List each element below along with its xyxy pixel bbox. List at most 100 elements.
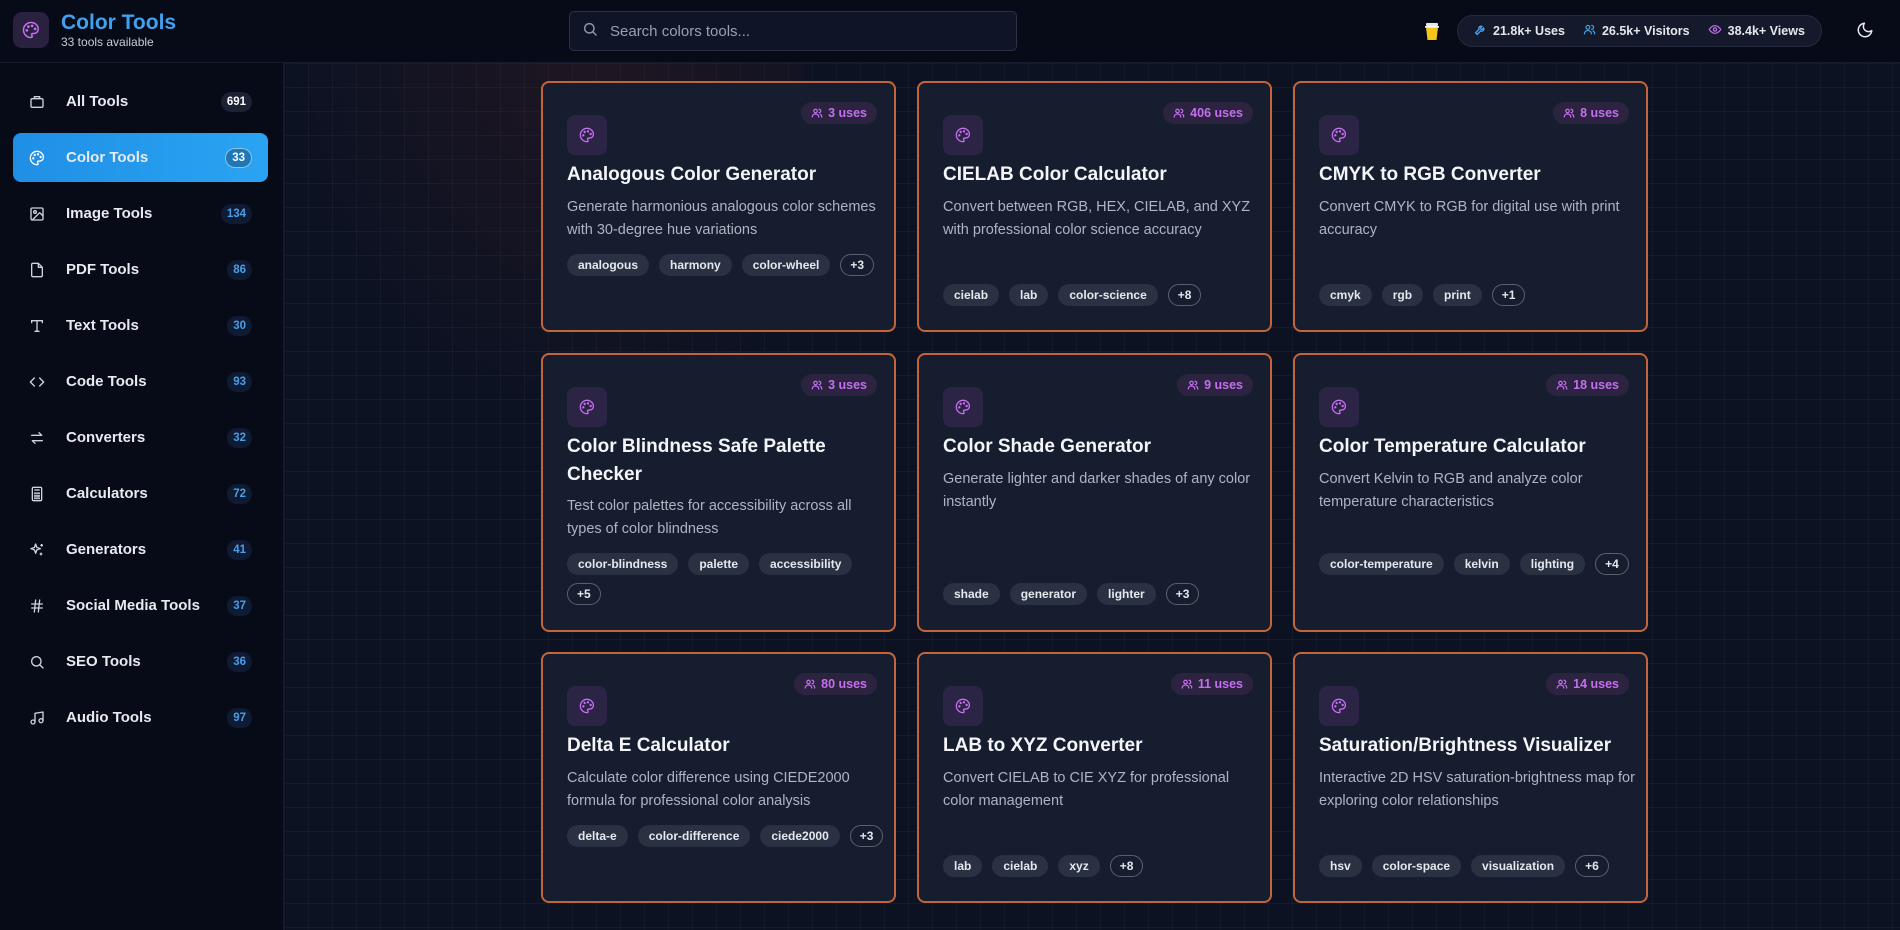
- tag[interactable]: print: [1433, 284, 1482, 306]
- tag[interactable]: kelvin: [1453, 553, 1510, 575]
- search-input[interactable]: [610, 22, 990, 40]
- sidebar-item-color-tools[interactable]: Color Tools 33: [13, 133, 268, 182]
- sidebar-item-audio-tools[interactable]: Audio Tools 97: [13, 693, 268, 742]
- tag[interactable]: cielab: [943, 284, 1000, 306]
- sidebar-item-social-media-tools[interactable]: Social Media Tools 37: [13, 581, 268, 630]
- uses-stat-text: 21.8k+ Uses: [1493, 24, 1565, 38]
- more-tags-badge[interactable]: +5: [567, 583, 601, 605]
- tools-count-subtitle: 33 tools available: [61, 35, 154, 49]
- buy-me-coffee-icon[interactable]: [1421, 19, 1443, 43]
- more-tags-badge[interactable]: +8: [1109, 855, 1144, 877]
- tag[interactable]: harmony: [659, 254, 732, 276]
- sidebar-item-image-tools[interactable]: Image Tools 134: [13, 189, 268, 238]
- more-tags-badge[interactable]: +4: [1595, 553, 1629, 575]
- tag[interactable]: accessibility: [759, 553, 853, 575]
- more-tags-badge[interactable]: +8: [1167, 284, 1202, 306]
- tag[interactable]: color-temperature: [1319, 553, 1444, 575]
- sidebar-item-count: 691: [220, 92, 252, 112]
- more-tags-badge[interactable]: +3: [840, 254, 875, 276]
- uses-stat: 21.8k+ Uses: [1474, 23, 1565, 39]
- tag-list: lab cielab xyz +8: [943, 855, 1261, 877]
- file-icon: [28, 261, 45, 278]
- tag[interactable]: color-science: [1058, 284, 1158, 306]
- uses-badge: 8 uses: [1553, 102, 1629, 124]
- users-icon: [1187, 380, 1199, 390]
- users-icon: [811, 380, 823, 390]
- tag[interactable]: hsv: [1319, 855, 1362, 877]
- uses-count: 80 uses: [821, 677, 867, 691]
- uses-count: 8 uses: [1580, 106, 1619, 120]
- hash-icon: [28, 597, 45, 614]
- tag[interactable]: shade: [943, 583, 1000, 605]
- sidebar-item-code-tools[interactable]: Code Tools 93: [13, 357, 268, 406]
- tag[interactable]: color-wheel: [741, 254, 831, 276]
- tool-card[interactable]: 406 uses CIELAB Color Calculator Convert…: [917, 81, 1272, 332]
- sidebar-item-text-tools[interactable]: Text Tools 30: [13, 301, 268, 350]
- sidebar-item-label: Code Tools: [66, 373, 147, 390]
- tool-card[interactable]: 3 uses Analogous Color Generator Generat…: [541, 81, 896, 332]
- uses-badge: 14 uses: [1546, 673, 1629, 695]
- users-icon: [1556, 679, 1568, 689]
- sidebar-item-count: 134: [220, 204, 252, 224]
- card-title: CIELAB Color Calculator: [943, 164, 1167, 185]
- tag-list: analogous harmony color-wheel +3: [567, 254, 885, 276]
- sidebar-item-all-tools[interactable]: All Tools 691: [13, 77, 268, 126]
- tool-card[interactable]: 11 uses LAB to XYZ Converter Convert CIE…: [917, 652, 1272, 903]
- tool-card[interactable]: 3 uses Color Blindness Safe Palette Chec…: [541, 353, 896, 632]
- tag[interactable]: lighting: [1519, 553, 1586, 575]
- card-title: CMYK to RGB Converter: [1319, 164, 1541, 185]
- tag[interactable]: xyz: [1058, 855, 1100, 877]
- sidebar-item-converters[interactable]: Converters 32: [13, 413, 268, 462]
- sidebar-item-calculators[interactable]: Calculators 72: [13, 469, 268, 518]
- sidebar-item-label: Audio Tools: [66, 709, 152, 726]
- site-stats: 21.8k+ Uses 26.5k+ Visitors 38.4k+ Views: [1457, 15, 1822, 47]
- sidebar: All Tools 691 Color Tools 33 Image Tools…: [0, 63, 284, 930]
- tag[interactable]: cmyk: [1319, 284, 1372, 306]
- palette-icon: [1319, 387, 1359, 427]
- uses-badge: 406 uses: [1163, 102, 1253, 124]
- tag[interactable]: analogous: [567, 254, 650, 276]
- tag[interactable]: color-difference: [637, 825, 751, 847]
- palette-icon: [567, 686, 607, 726]
- tag-list: color-blindness palette accessibility +5: [567, 553, 885, 605]
- more-tags-badge[interactable]: +3: [849, 825, 884, 847]
- tool-card[interactable]: 18 uses Color Temperature Calculator Con…: [1293, 353, 1648, 632]
- tag[interactable]: delta-e: [567, 825, 628, 847]
- tag[interactable]: palette: [688, 553, 750, 575]
- sidebar-item-label: All Tools: [66, 93, 129, 110]
- sidebar-item-count: 37: [227, 596, 252, 616]
- tag[interactable]: color-space: [1371, 855, 1462, 877]
- tag[interactable]: lab: [943, 855, 983, 877]
- tag[interactable]: generator: [1009, 583, 1088, 605]
- sidebar-item-count: 36: [227, 652, 252, 672]
- more-tags-badge[interactable]: +6: [1575, 855, 1609, 877]
- card-description: Calculate color difference using CIEDE20…: [567, 770, 850, 809]
- tag[interactable]: lighter: [1097, 583, 1156, 605]
- card-description: Convert CIELAB to CIE XYZ for profession…: [943, 770, 1230, 809]
- tag[interactable]: cielab: [992, 855, 1049, 877]
- tool-card[interactable]: 9 uses Color Shade Generator Generate li…: [917, 353, 1272, 632]
- tag-list: cielab lab color-science +8: [943, 284, 1261, 306]
- tag[interactable]: lab: [1009, 284, 1049, 306]
- sidebar-item-generators[interactable]: Generators 41: [13, 525, 268, 574]
- card-description: Convert CMYK to RGB for digital use with…: [1319, 199, 1620, 238]
- card-description: Generate harmonious analogous color sche…: [567, 199, 876, 238]
- tag[interactable]: rgb: [1381, 284, 1424, 306]
- search-box[interactable]: [569, 11, 1017, 51]
- tool-card[interactable]: 8 uses CMYK to RGB Converter Convert CMY…: [1293, 81, 1648, 332]
- tag[interactable]: visualization: [1471, 855, 1566, 877]
- sidebar-item-pdf-tools[interactable]: PDF Tools 86: [13, 245, 268, 294]
- tool-card[interactable]: 14 uses Saturation/Brightness Visualizer…: [1293, 652, 1648, 903]
- uses-badge: 11 uses: [1170, 673, 1253, 695]
- users-icon: [1556, 380, 1568, 390]
- dark-mode-toggle-icon[interactable]: [1856, 21, 1876, 41]
- sidebar-item-label: Social Media Tools: [66, 597, 200, 614]
- more-tags-badge[interactable]: +1: [1491, 284, 1526, 306]
- tag[interactable]: ciede2000: [760, 825, 840, 847]
- uses-count: 3 uses: [828, 106, 867, 120]
- sidebar-item-seo-tools[interactable]: SEO Tools 36: [13, 637, 268, 686]
- tool-card[interactable]: 80 uses Delta E Calculator Calculate col…: [541, 652, 896, 903]
- tag[interactable]: color-blindness: [567, 553, 679, 575]
- visitors-stat-text: 26.5k+ Visitors: [1601, 24, 1690, 38]
- more-tags-badge[interactable]: +3: [1165, 583, 1200, 605]
